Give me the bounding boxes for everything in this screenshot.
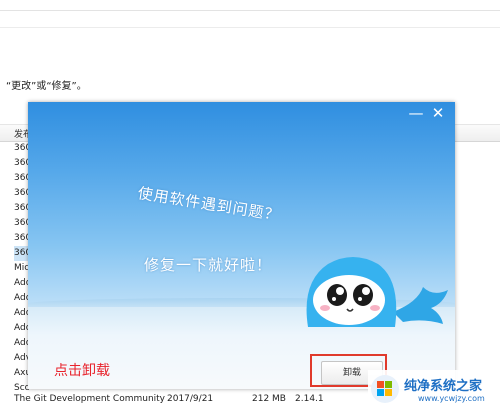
mascot-illustration [306, 257, 448, 327]
table-row-publisher[interactable]: Mic [14, 261, 29, 276]
instruction-text: “更改”或“修复”。 [6, 81, 87, 92]
watermark-title: 纯净系统之家 [404, 379, 483, 394]
minimize-icon[interactable]: — [407, 104, 425, 122]
watermark-url: www.ycwjzy.com [418, 394, 485, 403]
windows-logo-icon [371, 375, 399, 403]
uninstall-dialog: — ✕ 使用软件遇到问题？ 修复一下就好啦！ 点击卸载 卸载 [28, 102, 455, 389]
row-date: 2017/9/21 [167, 394, 214, 404]
row-publisher: The Git Development Community [14, 394, 166, 404]
divider [0, 27, 500, 28]
dialog-message-line1: 使用软件遇到问题？ [136, 184, 282, 225]
dialog-message-line2: 修复一下就好啦！ [144, 256, 273, 274]
background-window-top [0, 0, 500, 40]
annotation-click-uninstall: 点击卸载 [54, 363, 110, 379]
row-version: 2.14.1 [295, 394, 324, 404]
watermark: 纯净系统之家 www.ycwjzy.com [368, 370, 500, 408]
divider [0, 10, 500, 11]
close-icon[interactable]: ✕ [429, 104, 447, 122]
row-size: 212 MB [252, 394, 286, 404]
